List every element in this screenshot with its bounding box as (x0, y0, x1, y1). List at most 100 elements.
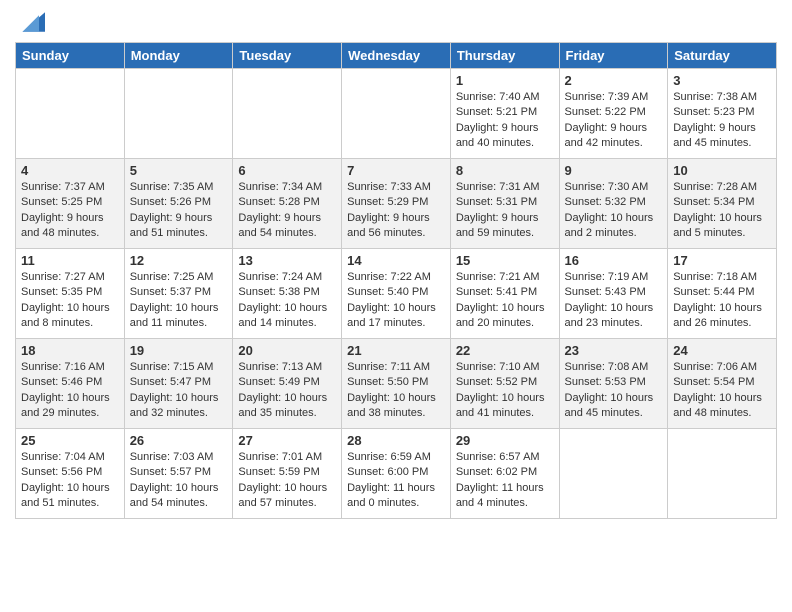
day-number: 19 (130, 343, 228, 358)
calendar-cell: 25 Sunrise: 7:04 AM Sunset: 5:56 PM Dayli… (16, 429, 125, 519)
day-number: 1 (456, 73, 554, 88)
day-number: 18 (21, 343, 119, 358)
day-info: Sunrise: 7:39 AM Sunset: 5:22 PM Dayligh… (565, 90, 663, 152)
day-info: Sunrise: 7:34 AM Sunset: 5:28 PM Dayligh… (238, 180, 336, 242)
day-info: Sunrise: 7:03 AM Sunset: 5:57 PM Dayligh… (130, 450, 228, 512)
calendar-cell (233, 69, 342, 159)
calendar-cell (559, 429, 668, 519)
calendar-cell (124, 69, 233, 159)
day-info: Sunrise: 7:22 AM Sunset: 5:40 PM Dayligh… (347, 270, 445, 332)
logo-icon (15, 10, 45, 34)
day-number: 16 (565, 253, 663, 268)
calendar-cell: 16 Sunrise: 7:19 AM Sunset: 5:43 PM Dayli… (559, 249, 668, 339)
day-info: Sunrise: 7:16 AM Sunset: 5:46 PM Dayligh… (21, 360, 119, 422)
calendar-cell: 29Sunrise: 6:57 AM Sunset: 6:02 PM Dayli… (450, 429, 559, 519)
calendar-cell: 14 Sunrise: 7:22 AM Sunset: 5:40 PM Dayli… (342, 249, 451, 339)
day-info: Sunrise: 6:59 AM Sunset: 6:00 PM Dayligh… (347, 450, 445, 512)
day-number: 2 (565, 73, 663, 88)
day-info: Sunrise: 7:28 AM Sunset: 5:34 PM Dayligh… (673, 180, 771, 242)
day-info: Sunrise: 7:24 AM Sunset: 5:38 PM Dayligh… (238, 270, 336, 332)
calendar-cell: 24 Sunrise: 7:06 AM Sunset: 5:54 PM Dayli… (668, 339, 777, 429)
day-number: 4 (21, 163, 119, 178)
day-info: Sunrise: 7:10 AM Sunset: 5:52 PM Dayligh… (456, 360, 554, 422)
day-info: Sunrise: 7:15 AM Sunset: 5:47 PM Dayligh… (130, 360, 228, 422)
weekday-header: Monday (124, 43, 233, 69)
calendar-cell: 12 Sunrise: 7:25 AM Sunset: 5:37 PM Dayli… (124, 249, 233, 339)
day-info: Sunrise: 7:40 AM Sunset: 5:21 PM Dayligh… (456, 90, 554, 152)
day-number: 23 (565, 343, 663, 358)
day-info: Sunrise: 7:33 AM Sunset: 5:29 PM Dayligh… (347, 180, 445, 242)
day-info: Sunrise: 7:31 AM Sunset: 5:31 PM Dayligh… (456, 180, 554, 242)
weekday-header: Wednesday (342, 43, 451, 69)
calendar-cell: 10 Sunrise: 7:28 AM Sunset: 5:34 PM Dayli… (668, 159, 777, 249)
calendar-cell: 19 Sunrise: 7:15 AM Sunset: 5:47 PM Dayli… (124, 339, 233, 429)
weekday-header: Tuesday (233, 43, 342, 69)
day-number: 14 (347, 253, 445, 268)
calendar-table: SundayMondayTuesdayWednesdayThursdayFrid… (15, 42, 777, 519)
calendar-cell: 8 Sunrise: 7:31 AM Sunset: 5:31 PM Daylig… (450, 159, 559, 249)
day-number: 20 (238, 343, 336, 358)
day-number: 9 (565, 163, 663, 178)
day-number: 17 (673, 253, 771, 268)
day-info: Sunrise: 7:01 AM Sunset: 5:59 PM Dayligh… (238, 450, 336, 512)
day-info: Sunrise: 7:27 AM Sunset: 5:35 PM Dayligh… (21, 270, 119, 332)
day-number: 8 (456, 163, 554, 178)
weekday-header: Friday (559, 43, 668, 69)
day-number: 25 (21, 433, 119, 448)
calendar-cell: 26Sunrise: 7:03 AM Sunset: 5:57 PM Dayli… (124, 429, 233, 519)
day-number: 29 (456, 433, 554, 448)
weekday-header: Saturday (668, 43, 777, 69)
day-number: 15 (456, 253, 554, 268)
day-number: 7 (347, 163, 445, 178)
calendar-cell: 4Sunrise: 7:37 AM Sunset: 5:25 PM Daylig… (16, 159, 125, 249)
day-info: Sunrise: 7:38 AM Sunset: 5:23 PM Dayligh… (673, 90, 771, 152)
day-number: 11 (21, 253, 119, 268)
calendar-cell: 11 Sunrise: 7:27 AM Sunset: 5:35 PM Dayli… (16, 249, 125, 339)
day-info: Sunrise: 7:06 AM Sunset: 5:54 PM Dayligh… (673, 360, 771, 422)
calendar-cell: 9 Sunrise: 7:30 AM Sunset: 5:32 PM Daylig… (559, 159, 668, 249)
day-info: Sunrise: 7:25 AM Sunset: 5:37 PM Dayligh… (130, 270, 228, 332)
day-info: Sunrise: 7:35 AM Sunset: 5:26 PM Dayligh… (130, 180, 228, 242)
day-number: 12 (130, 253, 228, 268)
calendar-cell: 22 Sunrise: 7:10 AM Sunset: 5:52 PM Dayli… (450, 339, 559, 429)
day-number: 27 (238, 433, 336, 448)
day-number: 21 (347, 343, 445, 358)
calendar-cell: 2 Sunrise: 7:39 AM Sunset: 5:22 PM Daylig… (559, 69, 668, 159)
calendar-week-row: 4Sunrise: 7:37 AM Sunset: 5:25 PM Daylig… (16, 159, 777, 249)
calendar-cell: 27 Sunrise: 7:01 AM Sunset: 5:59 PM Dayli… (233, 429, 342, 519)
calendar-week-row: 18 Sunrise: 7:16 AM Sunset: 5:46 PM Dayli… (16, 339, 777, 429)
day-number: 13 (238, 253, 336, 268)
day-number: 3 (673, 73, 771, 88)
day-number: 28 (347, 433, 445, 448)
calendar-cell (668, 429, 777, 519)
day-info: Sunrise: 7:08 AM Sunset: 5:53 PM Dayligh… (565, 360, 663, 422)
logo (15, 10, 49, 34)
calendar-week-row: 25 Sunrise: 7:04 AM Sunset: 5:56 PM Dayli… (16, 429, 777, 519)
calendar-cell: 18 Sunrise: 7:16 AM Sunset: 5:46 PM Dayli… (16, 339, 125, 429)
calendar-cell: 15 Sunrise: 7:21 AM Sunset: 5:41 PM Dayli… (450, 249, 559, 339)
calendar-week-row: 11 Sunrise: 7:27 AM Sunset: 5:35 PM Dayli… (16, 249, 777, 339)
calendar-cell: 3 Sunrise: 7:38 AM Sunset: 5:23 PM Daylig… (668, 69, 777, 159)
calendar-cell: 7 Sunrise: 7:33 AM Sunset: 5:29 PM Daylig… (342, 159, 451, 249)
day-number: 22 (456, 343, 554, 358)
day-info: Sunrise: 7:18 AM Sunset: 5:44 PM Dayligh… (673, 270, 771, 332)
calendar-header-row: SundayMondayTuesdayWednesdayThursdayFrid… (16, 43, 777, 69)
calendar-cell: 21 Sunrise: 7:11 AM Sunset: 5:50 PM Dayli… (342, 339, 451, 429)
day-info: Sunrise: 7:21 AM Sunset: 5:41 PM Dayligh… (456, 270, 554, 332)
weekday-header: Thursday (450, 43, 559, 69)
calendar-cell: 17 Sunrise: 7:18 AM Sunset: 5:44 PM Dayli… (668, 249, 777, 339)
day-info: Sunrise: 7:19 AM Sunset: 5:43 PM Dayligh… (565, 270, 663, 332)
calendar-week-row: 1 Sunrise: 7:40 AM Sunset: 5:21 PM Daylig… (16, 69, 777, 159)
day-info: Sunrise: 7:13 AM Sunset: 5:49 PM Dayligh… (238, 360, 336, 422)
day-number: 24 (673, 343, 771, 358)
calendar-cell: 6Sunrise: 7:34 AM Sunset: 5:28 PM Daylig… (233, 159, 342, 249)
day-number: 10 (673, 163, 771, 178)
day-info: Sunrise: 7:11 AM Sunset: 5:50 PM Dayligh… (347, 360, 445, 422)
day-info: Sunrise: 7:04 AM Sunset: 5:56 PM Dayligh… (21, 450, 119, 512)
calendar-cell: 5Sunrise: 7:35 AM Sunset: 5:26 PM Daylig… (124, 159, 233, 249)
calendar-cell: 13 Sunrise: 7:24 AM Sunset: 5:38 PM Dayli… (233, 249, 342, 339)
calendar-cell (342, 69, 451, 159)
day-info: Sunrise: 7:30 AM Sunset: 5:32 PM Dayligh… (565, 180, 663, 242)
calendar-cell: 28 Sunrise: 6:59 AM Sunset: 6:00 PM Dayli… (342, 429, 451, 519)
weekday-header: Sunday (16, 43, 125, 69)
